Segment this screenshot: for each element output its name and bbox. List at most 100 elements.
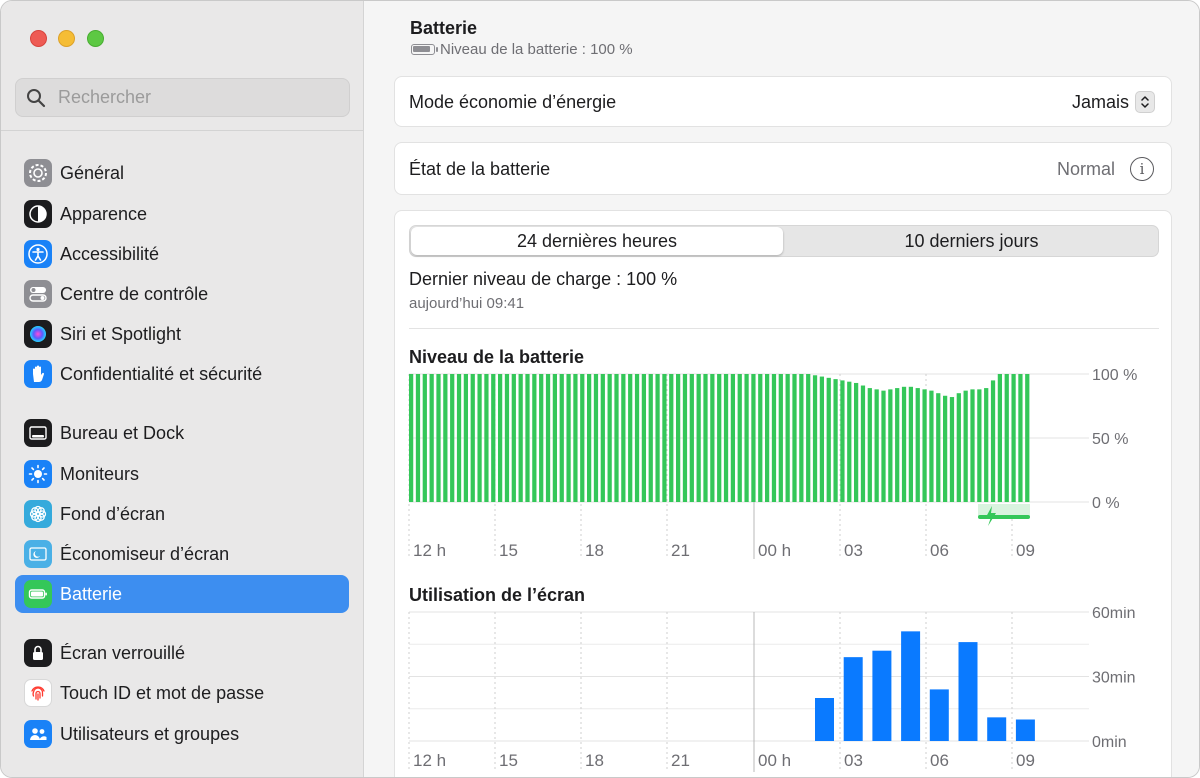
battery-bar: [826, 377, 831, 502]
control-center-icon: [24, 280, 52, 308]
battery-bar: [956, 393, 961, 502]
battery-bar: [963, 390, 968, 502]
info-icon[interactable]: i: [1130, 157, 1154, 181]
battery-bar: [833, 379, 838, 502]
battery-bar: [539, 374, 544, 502]
users-icon: [24, 720, 52, 748]
battery-bar: [676, 374, 681, 502]
x-tick-label: 09: [1016, 751, 1035, 770]
last-charge-label: Dernier niveau de charge : 100 %: [409, 269, 678, 289]
energy-mode-value[interactable]: Jamais: [1072, 92, 1129, 113]
last-charge-time: aujourd’hui 09:41: [409, 295, 525, 312]
screensaver-icon: [24, 540, 52, 568]
x-tick-label: 03: [844, 541, 863, 560]
battery-bar: [593, 374, 599, 502]
x-tick-label: 15: [499, 751, 518, 770]
battery-bar: [580, 374, 585, 502]
battery-usage-card: 24 dernières heures 10 derniers jours De…: [394, 210, 1172, 777]
search-field[interactable]: Rechercher: [15, 78, 350, 117]
x-tick-label: 21: [671, 751, 690, 770]
x-tick-label: 06: [930, 751, 949, 770]
battery-bar: [450, 374, 455, 502]
popup-chevron-icon[interactable]: [1135, 91, 1155, 113]
battery-icon: [24, 580, 52, 608]
main-panel: Batterie Niveau de la batterie : 100 % M…: [365, 1, 1199, 777]
battery-bar: [997, 374, 1003, 502]
minimize-window-button[interactable]: [58, 30, 75, 47]
battery-bar: [799, 374, 804, 502]
battery-bar: [600, 374, 605, 502]
battery-bar: [874, 389, 879, 502]
battery-bar: [655, 374, 660, 502]
x-tick-label: 15: [499, 541, 518, 560]
fingerprint-icon: [24, 679, 52, 707]
battery-bar: [888, 389, 893, 502]
battery-bar: [915, 388, 920, 502]
sun-icon: [24, 460, 52, 488]
sidebar-item-users-groups[interactable]: Utilisateurs et groupes: [15, 715, 349, 753]
battery-level-chart: 100 % 50 % 0 % 12 h 15 18 21 00 h 03 06 09: [408, 367, 1137, 560]
battery-bar: [840, 380, 845, 502]
battery-bar: [984, 388, 989, 502]
tab-10-days[interactable]: 10 derniers jours: [785, 227, 1158, 255]
battery-bar: [545, 374, 551, 502]
battery-bar: [511, 374, 516, 502]
sidebar-divider: [1, 130, 363, 131]
battery-bar: [573, 374, 578, 502]
card-divider: [409, 328, 1159, 329]
battery-bar: [710, 374, 715, 502]
battery-bar: [429, 374, 434, 502]
sidebar-item-wallpaper[interactable]: Fond d’écran: [15, 495, 349, 533]
battery-bar: [819, 376, 825, 502]
x-tick-label: 00 h: [758, 751, 791, 770]
usage-bar: [987, 717, 1007, 741]
battery-bar: [634, 374, 640, 502]
battery-level-text: Niveau de la batterie : 100 %: [440, 41, 633, 58]
sidebar-item-lock-screen[interactable]: Écran verrouillé: [15, 634, 349, 672]
battery-bar: [587, 374, 592, 502]
battery-bar: [1018, 374, 1023, 502]
y-tick-label: 50 %: [1092, 431, 1128, 448]
tab-24-hours[interactable]: 24 dernières heures: [411, 227, 783, 255]
battery-bar: [929, 390, 934, 502]
energy-mode-label: Mode économie d’énergie: [409, 92, 617, 112]
screen-usage-chart: 60min 30min 0min 12 h 15 18 21 00 h 03 06 09: [408, 607, 1136, 772]
sidebar-item-siri-spotlight[interactable]: Siri et Spotlight: [15, 315, 349, 353]
usage-bar: [872, 650, 892, 741]
sidebar-item-accessibility[interactable]: Accessibilité: [15, 235, 349, 273]
battery-bar: [730, 374, 736, 502]
sidebar-item-touch-id[interactable]: Touch ID et mot de passe: [15, 674, 349, 712]
sidebar-item-screensaver[interactable]: Économiseur d’écran: [15, 535, 349, 573]
gear-icon: [24, 159, 52, 187]
close-window-button[interactable]: [30, 30, 47, 47]
usage-bar: [1015, 719, 1035, 741]
dock-icon: [24, 419, 52, 447]
battery-health-row: État de la batterie Normal i: [394, 142, 1172, 195]
battery-bar: [484, 374, 489, 502]
sidebar-item-general[interactable]: Général: [15, 154, 349, 192]
appearance-icon: [24, 200, 52, 228]
battery-bar: [415, 374, 421, 502]
screen-usage-chart-title: Utilisation de l’écran: [409, 585, 586, 605]
sidebar-item-desktop-dock[interactable]: Bureau et Dock: [15, 414, 349, 452]
battery-bar: [504, 374, 510, 502]
sidebar-item-displays[interactable]: Moniteurs: [15, 455, 349, 493]
battery-bar: [703, 374, 708, 502]
zoom-window-button[interactable]: [87, 30, 104, 47]
sidebar-item-privacy[interactable]: Confidentialité et sécurité: [15, 355, 349, 393]
battery-bar: [854, 382, 859, 502]
siri-icon: [24, 320, 52, 348]
battery-bar: [765, 374, 770, 502]
energy-mode-row: Mode économie d’énergie Jamais: [394, 76, 1172, 127]
battery-bar: [443, 374, 448, 502]
battery-bar: [470, 374, 475, 502]
sidebar-item-appearance[interactable]: Apparence: [15, 195, 349, 233]
battery-bar: [628, 374, 633, 502]
battery-bar: [607, 374, 612, 502]
battery-bar: [860, 385, 866, 502]
sidebar: Rechercher Général Apparence Accessibili…: [1, 1, 364, 777]
battery-bar: [778, 374, 783, 502]
sidebar-item-battery[interactable]: Batterie: [15, 575, 349, 613]
battery-bar: [689, 374, 694, 502]
sidebar-item-control-center[interactable]: Centre de contrôle: [15, 275, 349, 313]
